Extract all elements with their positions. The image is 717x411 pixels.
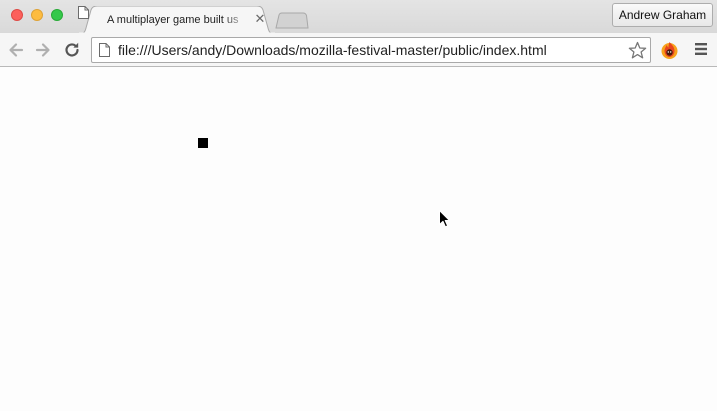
page-icon bbox=[99, 43, 110, 57]
window-maximize-button[interactable] bbox=[51, 9, 63, 21]
address-bar[interactable]: file:///Users/andy/Downloads/mozilla-fes… bbox=[91, 37, 651, 63]
profile-button[interactable]: Andrew Graham bbox=[612, 3, 713, 27]
reload-icon[interactable] bbox=[62, 40, 82, 60]
mouse-cursor-icon bbox=[439, 210, 450, 228]
window-close-button[interactable] bbox=[11, 9, 23, 21]
url-text[interactable]: file:///Users/andy/Downloads/mozilla-fes… bbox=[118, 42, 547, 59]
new-tab-button[interactable] bbox=[275, 12, 309, 29]
tab-title: A multiplayer game built us bbox=[107, 14, 239, 26]
hamburger-menu-icon[interactable] bbox=[694, 42, 708, 56]
player-square bbox=[198, 138, 208, 148]
toolbar: file:///Users/andy/Downloads/mozilla-fes… bbox=[0, 33, 717, 67]
tab-close-icon[interactable]: ✕ bbox=[253, 12, 267, 26]
star-icon[interactable] bbox=[628, 41, 647, 60]
page-icon bbox=[78, 6, 89, 19]
back-arrow-icon[interactable] bbox=[6, 40, 26, 60]
tab-active[interactable]: A multiplayer game built us ✕ bbox=[78, 6, 276, 34]
game-canvas[interactable] bbox=[0, 67, 717, 411]
tab-strip: A multiplayer game built us ✕ Andrew Gra… bbox=[0, 0, 717, 34]
browser-window: A multiplayer game built us ✕ Andrew Gra… bbox=[0, 0, 717, 411]
fire-extension-icon[interactable] bbox=[660, 40, 679, 60]
window-minimize-button[interactable] bbox=[31, 9, 43, 21]
forward-arrow-icon[interactable] bbox=[33, 40, 53, 60]
